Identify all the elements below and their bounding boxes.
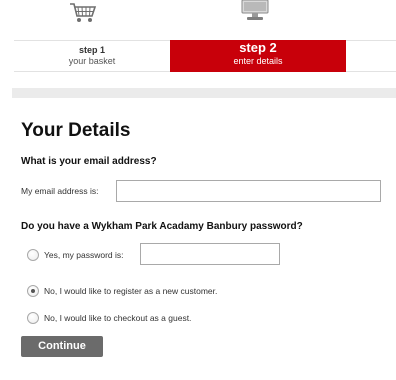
email-label: My email address is:	[21, 186, 99, 196]
password-input[interactable]	[140, 243, 280, 265]
password-question: Do you have a Wykham Park Acadamy Banbur…	[21, 221, 303, 232]
email-question: What is your email address?	[21, 156, 157, 167]
divider-band	[12, 88, 396, 98]
basket-icon	[69, 2, 97, 24]
email-input[interactable]	[116, 180, 381, 202]
page-title: Your Details	[21, 120, 131, 141]
step-2-active: step 2 enter details	[170, 40, 346, 72]
step-1: step 1 your basket	[14, 40, 170, 72]
radio-has-password[interactable]	[27, 249, 39, 261]
radio-guest[interactable]	[27, 312, 39, 324]
continue-button[interactable]: Continue	[21, 336, 103, 357]
step-1-subtitle: your basket	[68, 56, 116, 66]
step-1-title: step 1	[78, 45, 105, 55]
checkout-steps: step 1 your basket step 2 enter details	[0, 0, 396, 72]
step-2-title: step 2	[239, 40, 277, 55]
monitor-icon	[240, 0, 270, 24]
option-register-label: No, I would like to register as a new cu…	[44, 286, 218, 296]
option-has-password-label: Yes, my password is:	[44, 250, 124, 260]
option-guest-label: No, I would like to checkout as a guest.	[44, 313, 192, 323]
radio-register[interactable]	[27, 285, 39, 297]
step-2-subtitle: enter details	[233, 56, 283, 66]
step-3-placeholder	[346, 40, 396, 72]
